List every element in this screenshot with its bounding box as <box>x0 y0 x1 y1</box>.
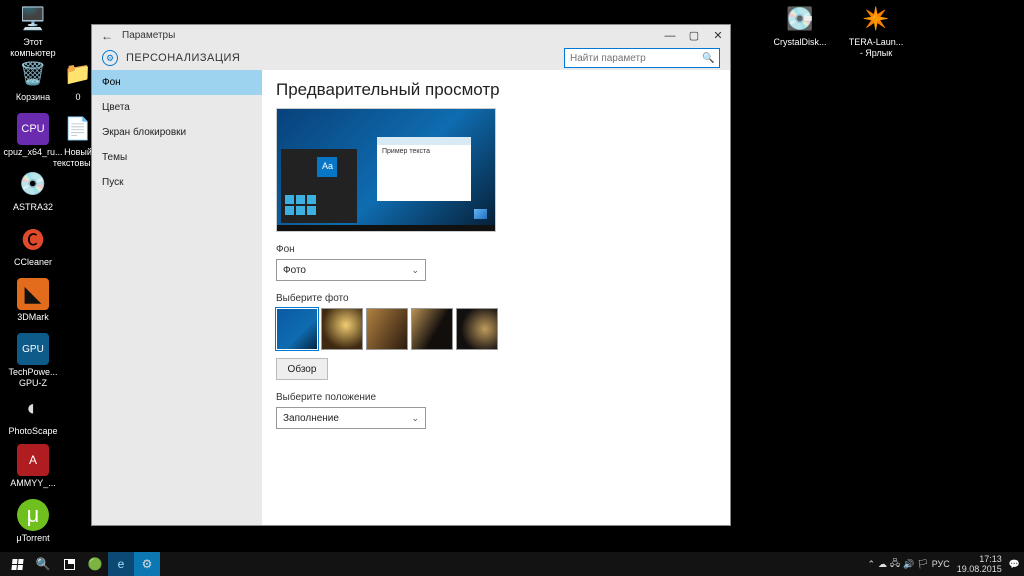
chevron-down-icon: ⌄ <box>411 413 419 424</box>
section-header: ⚙ ПЕРСОНАЛИЗАЦИЯ 🔍 <box>92 46 730 70</box>
background-label: Фон <box>276 244 716 255</box>
settings-search-input[interactable] <box>570 53 702 64</box>
photo-thumb-3[interactable] <box>366 308 408 350</box>
preview-sample-text: Пример текста <box>377 145 471 158</box>
settings-sidebar: Фон Цвета Экран блокировки Темы Пуск <box>92 70 262 525</box>
desktop-icon-utorrent[interactable]: μμTorrent <box>3 499 63 544</box>
tray-language[interactable]: РУС <box>932 559 950 569</box>
taskbar-chrome[interactable]: 🟢 <box>82 552 108 576</box>
choose-photo-label: Выберите фото <box>276 293 716 304</box>
desktop-icon-ammyy[interactable]: AAMMYY_... <box>3 444 63 489</box>
preview-heading: Предварительный просмотр <box>276 80 716 100</box>
desktop-icon-this-pc[interactable]: 🖥️Этот компьютер <box>3 3 63 59</box>
background-type-dropdown[interactable]: Фото ⌄ <box>276 259 426 281</box>
taskbar-time: 17:13 <box>957 554 1002 564</box>
settings-window: ← Параметры — ▢ ✕ ⚙ ПЕРСОНАЛИЗАЦИЯ 🔍 Фон… <box>91 24 731 526</box>
desktop-icon-ccleaner[interactable]: 🅒CCleaner <box>3 223 63 268</box>
photo-thumb-2[interactable] <box>321 308 363 350</box>
gear-icon: ⚙ <box>102 50 118 66</box>
window-title: Параметры <box>122 30 175 41</box>
taskbar-clock[interactable]: 17:13 19.08.2015 <box>957 554 1002 574</box>
sidebar-item-background[interactable]: Фон <box>92 70 262 95</box>
taskbar-date: 19.08.2015 <box>957 564 1002 574</box>
taskbar-edge[interactable]: e <box>108 552 134 576</box>
start-button[interactable] <box>4 552 30 576</box>
system-tray[interactable]: ⌃ ☁ 🖧 🔊 🏳 РУС 17:13 19.08.2015 💬 <box>867 554 1020 574</box>
search-button[interactable]: 🔍 <box>30 552 56 576</box>
desktop-icon-astra32[interactable]: 💿ASTRA32 <box>3 168 63 213</box>
task-view-button[interactable] <box>56 552 82 576</box>
chevron-down-icon: ⌄ <box>411 265 419 276</box>
browse-button[interactable]: Обзор <box>276 358 328 380</box>
photo-thumb-4[interactable] <box>411 308 453 350</box>
fit-dropdown[interactable]: Заполнение ⌄ <box>276 407 426 429</box>
minimize-button[interactable]: — <box>658 25 682 46</box>
close-button[interactable]: ✕ <box>706 25 730 46</box>
desktop[interactable]: 🖥️Этот компьютер 🗑️Корзина CPUcpuz_x64_r… <box>0 0 1024 576</box>
tray-onedrive-icon[interactable]: ☁ <box>878 559 887 570</box>
sidebar-item-colors[interactable]: Цвета <box>92 95 262 120</box>
maximize-button[interactable]: ▢ <box>682 25 706 46</box>
photo-thumb-1[interactable] <box>276 308 318 350</box>
fit-label: Выберите положение <box>276 392 716 403</box>
sidebar-item-start[interactable]: Пуск <box>92 170 262 195</box>
preview-thumbnail: Пример текста <box>276 108 496 232</box>
tray-flag-icon[interactable]: 🏳 <box>917 559 928 570</box>
desktop-icon-gpuz[interactable]: GPUTechPowe... GPU-Z <box>3 333 63 389</box>
search-icon: 🔍 <box>702 53 714 64</box>
titlebar[interactable]: ← Параметры — ▢ ✕ <box>92 25 730 46</box>
photo-thumb-5[interactable] <box>456 308 498 350</box>
photo-thumbnails <box>276 308 716 350</box>
settings-content: Предварительный просмотр Пример текста Ф… <box>262 70 730 525</box>
sidebar-item-lockscreen[interactable]: Экран блокировки <box>92 120 262 145</box>
tray-show-hidden-icon[interactable]: ⌃ <box>867 559 875 570</box>
back-button[interactable]: ← <box>98 29 116 43</box>
desktop-icon-tera[interactable]: ✴️TERA-Laun... - Ярлык <box>846 3 906 59</box>
fit-value: Заполнение <box>283 413 339 424</box>
desktop-icon-photoscape[interactable]: ◐PhotoScape <box>3 392 63 437</box>
tray-volume-icon[interactable]: 🔊 <box>903 559 914 570</box>
settings-search[interactable]: 🔍 <box>564 48 720 68</box>
background-type-value: Фото <box>283 265 306 276</box>
desktop-icon-crystaldisk[interactable]: 💽CrystalDisk... <box>770 3 830 48</box>
section-title: ПЕРСОНАЛИЗАЦИЯ <box>126 52 240 64</box>
taskbar-settings[interactable]: ⚙ <box>134 552 160 576</box>
sidebar-item-themes[interactable]: Темы <box>92 145 262 170</box>
taskbar: 🔍 🟢 e ⚙ ⌃ ☁ 🖧 🔊 🏳 РУС 17:13 19.08.2015 💬 <box>0 552 1024 576</box>
desktop-icon-3dmark[interactable]: ◣3DMark <box>3 278 63 323</box>
tray-network-icon[interactable]: 🖧 <box>890 556 900 572</box>
action-center-icon[interactable]: 💬 <box>1009 559 1020 570</box>
